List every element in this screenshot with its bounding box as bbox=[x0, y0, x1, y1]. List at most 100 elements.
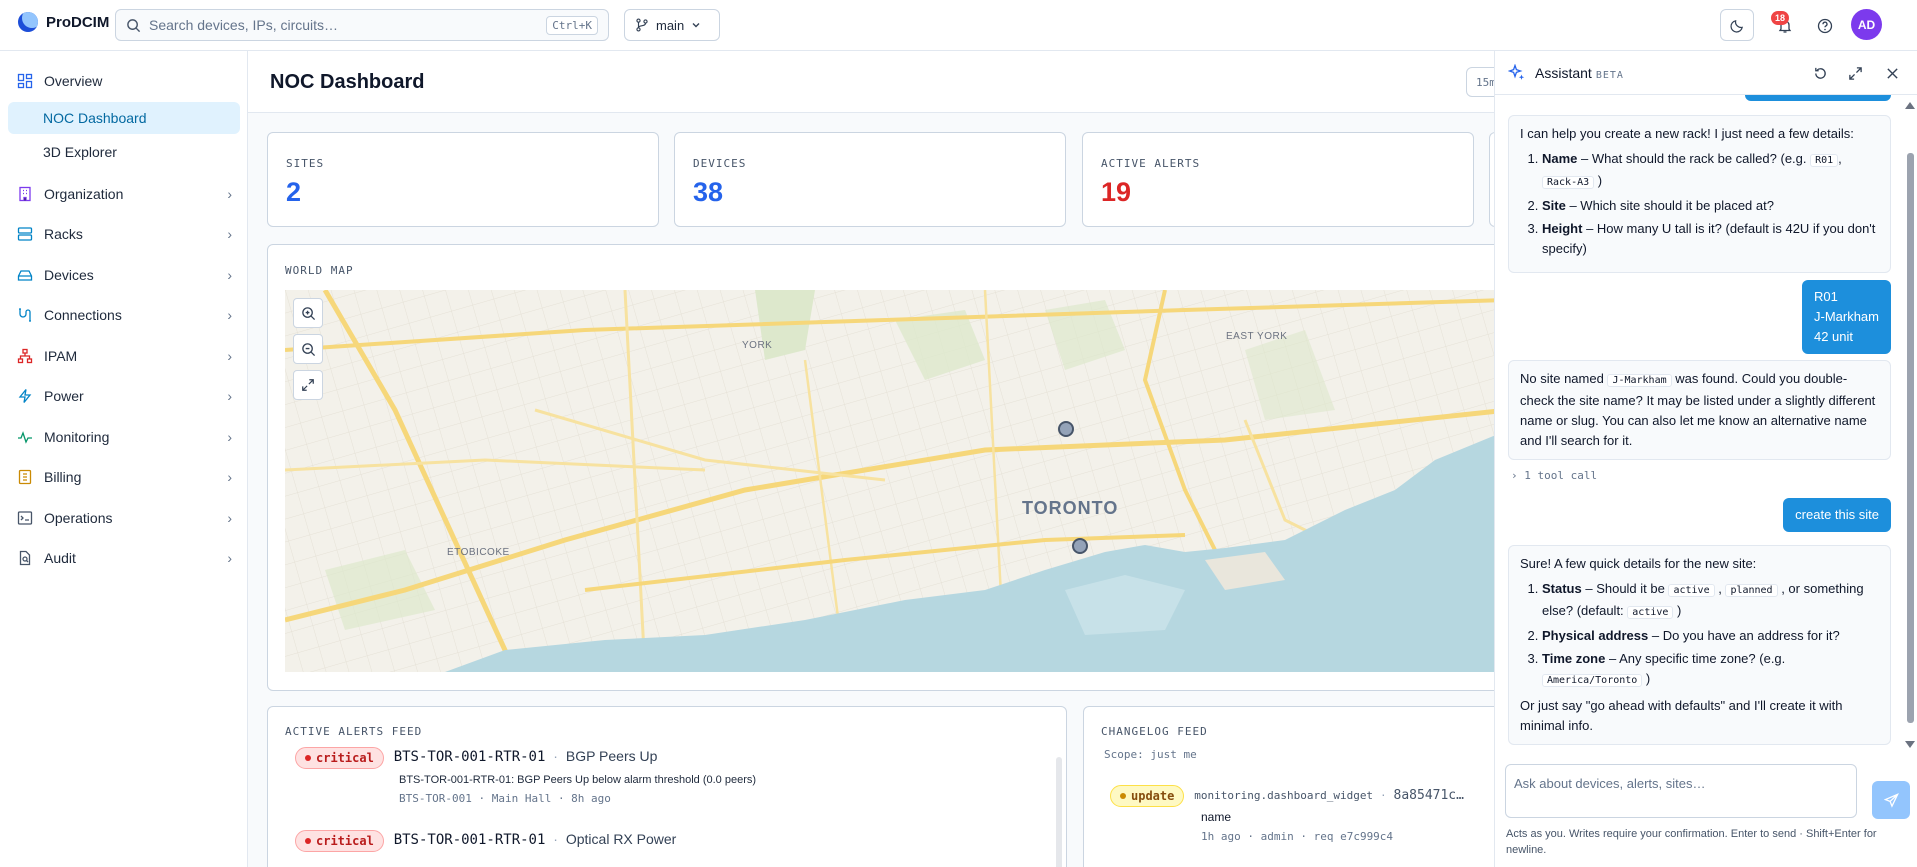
severity-dot-icon bbox=[305, 838, 311, 844]
help-button[interactable] bbox=[1810, 11, 1840, 41]
user-message: create this site bbox=[1783, 498, 1891, 532]
changelog-field: name bbox=[1201, 810, 1232, 824]
map-section-label: WORLD MAP bbox=[285, 264, 354, 277]
severity-badge: critical bbox=[295, 830, 384, 852]
changelog-meta: 1h ago · admin · req e7c999c4 bbox=[1201, 830, 1394, 843]
changelog-object: monitoring.dashboard_widget bbox=[1194, 789, 1374, 802]
chat-scrollbar-thumb[interactable] bbox=[1907, 153, 1914, 723]
sidebar-item-label: Devices bbox=[44, 267, 94, 283]
zoom-out-icon bbox=[301, 342, 315, 356]
sidebar: Overview NOC Dashboard 3D Explorer Organ… bbox=[0, 51, 248, 867]
sidebar-item-power[interactable]: Power › bbox=[8, 380, 240, 412]
world-map[interactable]: YORK EAST YORK TORONTO ETOBICOKE bbox=[285, 290, 1494, 672]
stat-label: SITES bbox=[286, 157, 325, 170]
sidebar-item-operations[interactable]: Operations › bbox=[8, 502, 240, 534]
close-icon bbox=[1886, 67, 1898, 79]
send-button[interactable] bbox=[1872, 781, 1910, 819]
assistant-message: No site named J-Markham was found. Could… bbox=[1508, 360, 1891, 460]
beta-badge: BETA bbox=[1595, 70, 1624, 81]
sidebar-item-racks[interactable]: Racks › bbox=[8, 218, 240, 250]
tool-call-toggle[interactable]: › 1 tool call bbox=[1511, 469, 1597, 482]
branch-label: main bbox=[656, 17, 685, 33]
sidebar-item-label: NOC Dashboard bbox=[43, 110, 147, 126]
assistant-header: Assistant BETA bbox=[1495, 51, 1917, 95]
cable-icon bbox=[16, 306, 34, 324]
chevron-down-icon bbox=[692, 23, 700, 28]
chevron-right-icon: › bbox=[227, 510, 232, 526]
alert-device: BTS-TOR-001-RTR-01 bbox=[393, 832, 546, 848]
world-map-card: WORLD MAP YORK EAST YORK TORONTO ETOBICO… bbox=[267, 244, 1494, 691]
alert-item[interactable]: critical BTS-TOR-001-RTR-01 · Optical RX… bbox=[295, 830, 676, 852]
sidebar-item-label: Power bbox=[44, 388, 84, 404]
sidebar-item-3d-explorer[interactable]: 3D Explorer bbox=[8, 136, 240, 168]
zoom-in-icon bbox=[301, 306, 315, 320]
changelog-scope[interactable]: Scope: just me bbox=[1104, 748, 1197, 761]
chat-input[interactable] bbox=[1506, 765, 1856, 817]
zoom-out-button[interactable] bbox=[293, 334, 323, 364]
close-panel-button[interactable] bbox=[1882, 63, 1902, 83]
sidebar-item-noc-dashboard[interactable]: NOC Dashboard bbox=[8, 102, 240, 134]
detail-item: Physical address – Do you have an addres… bbox=[1542, 626, 1879, 646]
chevron-right-icon: › bbox=[227, 307, 232, 323]
reset-chat-button[interactable] bbox=[1810, 63, 1830, 83]
stat-value: 2 bbox=[286, 177, 302, 207]
detail-item: Time zone – Any specific time zone? (e.g… bbox=[1542, 649, 1879, 691]
chevron-right-icon: › bbox=[227, 550, 232, 566]
sidebar-item-monitoring[interactable]: Monitoring › bbox=[8, 421, 240, 453]
detail-item: Status – Should it be active , planned ,… bbox=[1542, 579, 1879, 623]
previous-user-message bbox=[1745, 95, 1891, 101]
time-range-selector[interactable]: 15m bbox=[1466, 67, 1494, 97]
sidebar-item-overview[interactable]: Overview bbox=[8, 65, 240, 97]
logo-icon bbox=[18, 12, 38, 32]
sidebar-item-audit[interactable]: Audit › bbox=[8, 542, 240, 574]
sidebar-item-label: Connections bbox=[44, 307, 122, 323]
active-alerts-feed: ACTIVE ALERTS FEED critical BTS-TOR-001-… bbox=[267, 706, 1067, 867]
sidebar-item-connections[interactable]: Connections › bbox=[8, 299, 240, 331]
chevron-right-icon: › bbox=[227, 226, 232, 242]
sidebar-item-organization[interactable]: Organization › bbox=[8, 178, 240, 210]
expand-panel-button[interactable] bbox=[1845, 63, 1865, 83]
sidebar-item-billing[interactable]: Billing › bbox=[8, 461, 240, 493]
chevron-right-icon: › bbox=[227, 429, 232, 445]
map-label-east-york: EAST YORK bbox=[1226, 331, 1288, 342]
site-marker[interactable] bbox=[1072, 538, 1088, 554]
stat-label: DEVICES bbox=[693, 157, 747, 170]
stat-label: ACTIVE ALERTS bbox=[1101, 157, 1201, 170]
app-name: ProDCIM bbox=[46, 13, 110, 31]
app-logo[interactable]: ProDCIM bbox=[18, 12, 109, 32]
stat-value: 19 bbox=[1101, 177, 1132, 207]
theme-toggle-button[interactable] bbox=[1720, 9, 1754, 41]
sidebar-item-ipam[interactable]: IPAM › bbox=[8, 340, 240, 372]
alert-item[interactable]: critical BTS-TOR-001-RTR-01 · BGP Peers … bbox=[295, 747, 756, 805]
building-icon bbox=[16, 185, 34, 203]
branch-selector[interactable]: main bbox=[624, 9, 720, 41]
chat-composer[interactable] bbox=[1505, 764, 1857, 818]
moon-icon bbox=[1729, 19, 1743, 33]
stat-card-active-alerts: ACTIVE ALERTS 19 bbox=[1082, 132, 1474, 227]
fit-bounds-button[interactable] bbox=[293, 370, 323, 400]
changelog-item[interactable]: update monitoring.dashboard_widget · 8a8… bbox=[1110, 785, 1464, 843]
site-marker[interactable] bbox=[1058, 421, 1074, 437]
zoom-in-button[interactable] bbox=[293, 298, 323, 328]
map-tiles bbox=[285, 290, 1494, 672]
sidebar-item-label: 3D Explorer bbox=[43, 144, 117, 160]
sidebar-item-devices[interactable]: Devices › bbox=[8, 259, 240, 291]
user-avatar[interactable]: AD bbox=[1851, 9, 1882, 40]
zap-icon bbox=[16, 387, 34, 405]
chat-scroll-up-arrow[interactable] bbox=[1905, 102, 1915, 109]
map-label-york: YORK bbox=[742, 340, 773, 351]
file-search-icon bbox=[16, 549, 34, 567]
chat-scroll-down-arrow[interactable] bbox=[1905, 741, 1915, 748]
action-dot-icon bbox=[1120, 793, 1126, 799]
search-input[interactable] bbox=[149, 17, 539, 33]
top-bar: ProDCIM Ctrl+K main 18 AD bbox=[0, 0, 1917, 51]
alerts-feed-label: ACTIVE ALERTS FEED bbox=[285, 725, 423, 738]
detail-item: Height – How many U tall is it? (default… bbox=[1542, 219, 1879, 259]
global-search[interactable]: Ctrl+K bbox=[115, 9, 609, 41]
notification-badge: 18 bbox=[1771, 11, 1789, 25]
search-icon bbox=[127, 18, 141, 32]
alerts-scrollbar[interactable] bbox=[1056, 757, 1062, 867]
alert-device: BTS-TOR-001-RTR-01 bbox=[393, 749, 546, 765]
assistant-footer-note: Acts as you. Writes require your confirm… bbox=[1506, 828, 1877, 856]
rotate-ccw-icon bbox=[1814, 67, 1826, 79]
